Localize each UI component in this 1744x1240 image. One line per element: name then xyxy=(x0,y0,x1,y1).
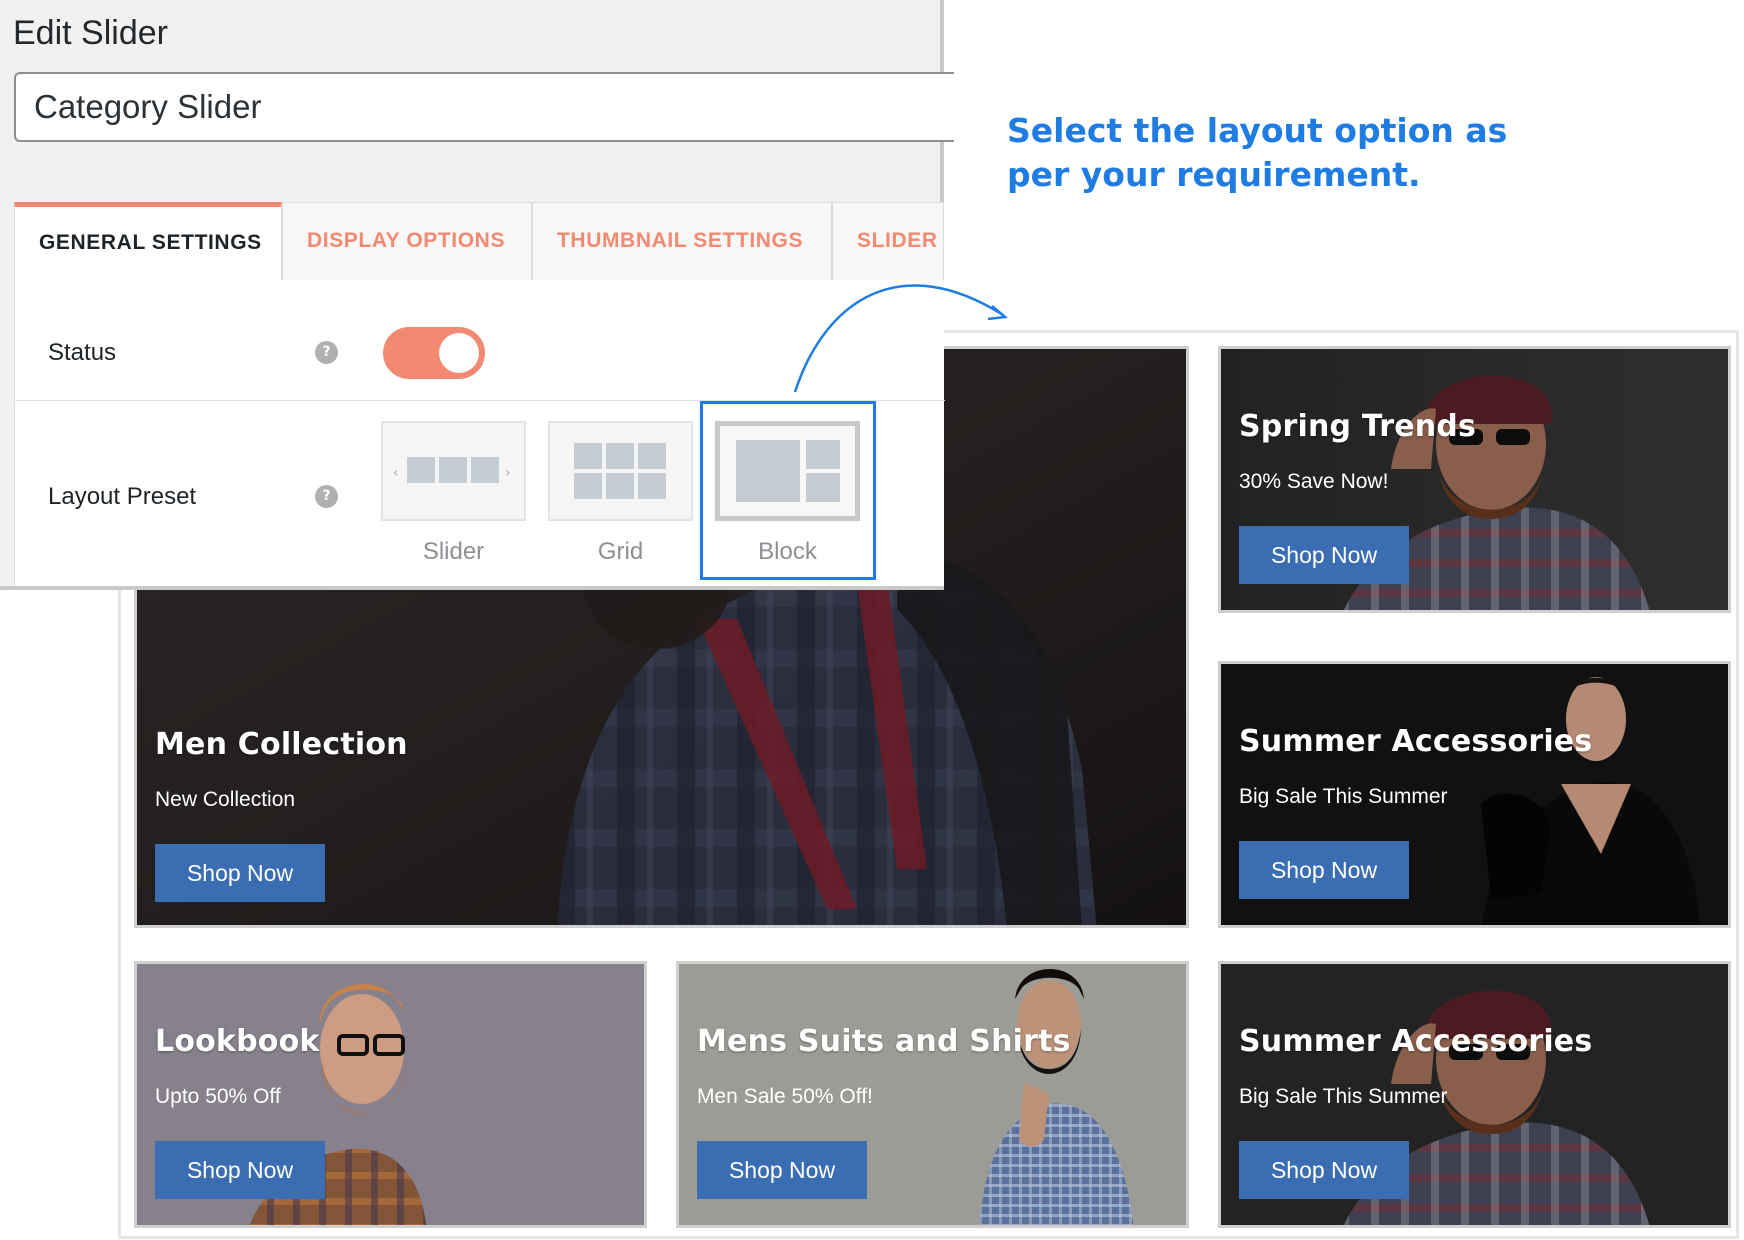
banner-summer-accessories-2[interactable]: Summer Accessories Big Sale This Summer … xyxy=(1218,961,1731,1228)
svg-text:›: › xyxy=(505,465,511,481)
card-title: Men Collection xyxy=(155,727,408,762)
toggle-knob xyxy=(439,333,479,373)
card-title: Lookbook xyxy=(155,1024,320,1059)
status-label: Status xyxy=(48,339,117,366)
card-subtitle: New Collection xyxy=(155,788,296,811)
card-subtitle: 30% Save Now! xyxy=(1239,470,1389,493)
card-title: Spring Trends xyxy=(1239,409,1477,444)
svg-text:‹: ‹ xyxy=(393,465,399,481)
layout-preset-label: Layout Preset xyxy=(48,483,197,510)
preset-label-slider: Slider xyxy=(422,538,485,565)
card-subtitle: Upto 50% Off xyxy=(155,1085,281,1108)
page-title: Edit Slider xyxy=(13,14,168,52)
tab-display-options[interactable]: DISPLAY OPTIONS xyxy=(282,202,532,281)
shop-now-button[interactable]: Shop Now xyxy=(155,1141,325,1199)
instruction-note: Select the layout option as per your req… xyxy=(1007,111,1508,194)
card-title: Mens Suits and Shirts xyxy=(697,1024,1071,1059)
card-subtitle: Big Sale This Summer xyxy=(1239,785,1448,808)
pointer-arrow-icon xyxy=(793,284,1009,393)
card-subtitle: Men Sale 50% Off! xyxy=(697,1085,873,1108)
status-toggle[interactable] xyxy=(383,327,485,379)
layout-preset-slider[interactable]: ‹ › xyxy=(381,421,526,521)
help-icon[interactable]: ? xyxy=(315,341,338,364)
preset-label-grid: Grid xyxy=(597,538,644,565)
banner-lookbook[interactable]: Lookbook Upto 50% Off Shop Now xyxy=(134,961,647,1228)
banner-summer-accessories[interactable]: Summer Accessories Big Sale This Summer … xyxy=(1218,661,1731,928)
selected-block-highlight xyxy=(700,401,876,580)
shop-now-button[interactable]: Shop Now xyxy=(1239,526,1409,584)
card-title: Summer Accessories xyxy=(1239,1024,1593,1059)
shop-now-button[interactable]: Shop Now xyxy=(697,1141,867,1199)
grid-layout-icon xyxy=(574,443,666,499)
shop-now-button[interactable]: Shop Now xyxy=(1239,1141,1409,1199)
help-icon[interactable]: ? xyxy=(315,485,338,508)
slider-layout-icon: ‹ › xyxy=(393,457,511,483)
banner-mens-suits-and-shirts[interactable]: Mens Suits and Shirts Men Sale 50% Off! … xyxy=(676,961,1189,1228)
card-title: Summer Accessories xyxy=(1239,724,1593,759)
layout-preset-grid[interactable] xyxy=(548,421,693,521)
slider-name-input[interactable] xyxy=(14,72,954,142)
banner-spring-trends[interactable]: Spring Trends 30% Save Now! Shop Now xyxy=(1218,346,1731,613)
tab-general-settings[interactable]: GENERAL SETTINGS xyxy=(14,202,282,281)
card-subtitle: Big Sale This Summer xyxy=(1239,1085,1448,1108)
shop-now-button[interactable]: Shop Now xyxy=(155,844,325,902)
shop-now-button[interactable]: Shop Now xyxy=(1239,841,1409,899)
